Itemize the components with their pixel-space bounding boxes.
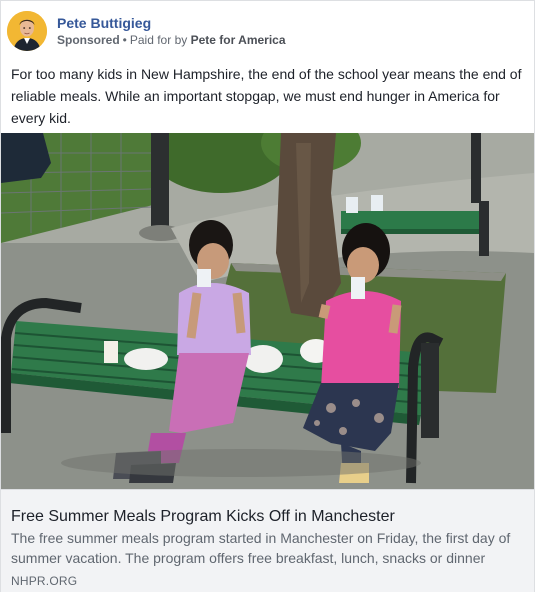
- author-name-link[interactable]: Pete Buttigieg: [57, 15, 151, 31]
- link-preview-image[interactable]: [1, 133, 534, 489]
- separator-dot: •: [122, 33, 127, 47]
- link-domain: NHPR.ORG: [11, 574, 78, 588]
- link-preview-footer[interactable]: Free Summer Meals Program Kicks Off in M…: [1, 489, 534, 592]
- payer-link[interactable]: Pete for America: [191, 33, 286, 47]
- paid-for-by-text: Paid for by: [129, 33, 188, 47]
- avatar-portrait-icon: [7, 11, 47, 51]
- link-title[interactable]: Free Summer Meals Program Kicks Off in M…: [11, 508, 395, 526]
- sponsored-meta: Sponsored • Paid for by Pete for America: [57, 33, 286, 47]
- link-description: The free summer meals program started in…: [11, 530, 511, 566]
- post-header: Pete Buttigieg Sponsored • Paid for by Pet…: [1, 1, 534, 63]
- post-body-text: For too many kids in New Hampshire, the …: [11, 66, 522, 126]
- children-eating-on-bench-photo: [1, 133, 534, 489]
- sponsored-label[interactable]: Sponsored: [57, 33, 120, 47]
- sponsored-post-card: Pete Buttigieg Sponsored • Paid for by Pet…: [0, 0, 535, 592]
- author-avatar[interactable]: [7, 11, 47, 51]
